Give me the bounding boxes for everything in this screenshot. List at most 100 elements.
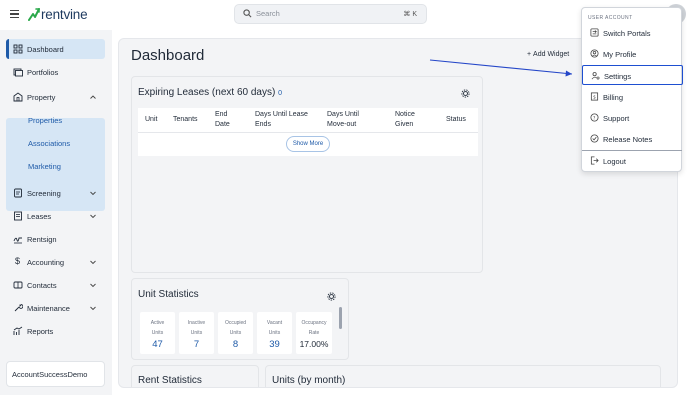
sidebar-item-label: Leases — [27, 212, 52, 221]
stat-label: Units — [229, 330, 242, 336]
show-more-button[interactable]: Show More — [286, 136, 330, 152]
leases-icon — [14, 211, 22, 221]
header-line: Date — [215, 121, 230, 128]
column-header-days-until-lease-ends[interactable]: Days Until Lease Ends — [255, 110, 308, 130]
sidebar-item-screening[interactable]: Screening — [6, 183, 105, 203]
column-header-notice-given[interactable]: Notice Given — [395, 110, 415, 130]
sidebar-item-accounting[interactable]: $ Accounting — [6, 252, 105, 272]
column-header-unit[interactable]: Unit — [145, 115, 157, 125]
widget-title: Rent Statistics — [138, 375, 202, 386]
sidebar-item-property[interactable]: Property — [6, 87, 105, 107]
stat-occupied-units[interactable]: Occupied Units 8 — [218, 312, 253, 354]
unit-statistics-widget: Unit Statistics Active Units 47 Inactive… — [131, 278, 349, 360]
column-header-end-date[interactable]: End Date — [215, 110, 230, 130]
screening-icon — [14, 188, 22, 198]
sidebar-item-label: Dashboard — [27, 45, 64, 54]
gear-icon[interactable] — [327, 292, 336, 301]
menu-item-switch-portals[interactable]: Switch Portals — [582, 23, 682, 43]
stat-label: Units — [151, 330, 164, 336]
stat-value: 39 — [269, 339, 280, 350]
expiring-leases-table: Unit Tenants End Date Days Until Lease End… — [138, 108, 478, 156]
stat-label: Occupied — [224, 320, 247, 326]
menu-item-label: My Profile — [603, 50, 637, 59]
property-icon — [13, 92, 23, 102]
stat-occupancy-rate: Occupancy Rate 17.00% — [296, 312, 332, 354]
rentvine-logo-icon — [28, 8, 40, 21]
menu-item-settings[interactable]: Settings — [582, 65, 683, 85]
search-input[interactable]: Search ⌘ K — [234, 4, 427, 24]
menu-item-label: Settings — [604, 72, 632, 81]
units-by-month-widget: Units (by month) — [265, 365, 661, 387]
stat-label: Active — [150, 320, 165, 326]
chevron-down-icon — [90, 260, 96, 265]
sidebar-item-label: Screening — [27, 189, 61, 198]
column-header-status[interactable]: Status — [446, 115, 466, 125]
wrench-icon — [14, 303, 23, 312]
search-placeholder: Search — [256, 9, 280, 18]
sidebar-item-dashboard[interactable]: Dashboard — [6, 39, 105, 59]
column-header-days-until-move-out[interactable]: Days Until Move-out — [327, 110, 359, 130]
settings-user-icon — [591, 72, 600, 80]
sidebar-subitem-marketing[interactable]: Marketing — [28, 162, 61, 171]
menu-item-label: Logout — [603, 157, 626, 166]
menu-item-logout[interactable]: Logout — [582, 151, 682, 171]
header-line: End — [215, 111, 228, 118]
sidebar-item-portfolios[interactable]: Portfolios — [6, 62, 105, 82]
sidebar-item-label: Rentsign — [27, 235, 57, 244]
signature-icon — [13, 237, 22, 244]
logout-icon — [590, 156, 599, 165]
scrollbar[interactable] — [339, 307, 342, 329]
menu-item-billing[interactable]: $ Billing — [582, 87, 682, 107]
account-switcher[interactable]: AccountSuccessDemo — [6, 361, 105, 387]
sidebar-item-label: Maintenance — [27, 304, 70, 313]
chevron-down-icon — [90, 306, 96, 311]
sidebar-item-rentsign[interactable]: Rentsign — [6, 229, 105, 249]
header-line: Days Until — [327, 111, 359, 118]
sidebar-item-leases[interactable]: Leases — [6, 206, 105, 226]
svg-text:?: ? — [593, 115, 596, 121]
menu-item-my-profile[interactable]: My Profile — [582, 44, 682, 64]
header-line: Move-out — [327, 121, 357, 128]
header-line: Ends — [255, 121, 271, 128]
sidebar-item-contacts[interactable]: Contacts — [6, 275, 105, 295]
stat-inactive-units[interactable]: Inactive Units 7 — [179, 312, 214, 354]
help-icon: ? — [590, 113, 599, 122]
menu-item-release-notes[interactable]: Release Notes — [582, 129, 682, 149]
user-account-dropdown: USER ACCOUNT Switch Portals My Profile S… — [581, 7, 683, 172]
dashboard-icon — [13, 44, 23, 54]
sidebar-item-label: Accounting — [27, 258, 65, 267]
menu-item-label: Billing — [603, 93, 624, 102]
chevron-up-icon — [90, 95, 96, 99]
column-header-tenants[interactable]: Tenants — [173, 115, 198, 125]
billing-icon: $ — [590, 92, 599, 101]
rentvine-logo[interactable]: rentvine — [28, 7, 88, 22]
sidebar-item-reports[interactable]: Reports — [6, 321, 105, 341]
stat-label: Units — [190, 330, 203, 336]
stat-vacant-units[interactable]: Vacant Units 39 — [257, 312, 292, 354]
sidebar-item-label: Reports — [27, 327, 54, 336]
switch-portals-icon — [590, 28, 599, 37]
stat-label: Vacant — [266, 320, 283, 326]
sidebar-subitem-properties[interactable]: Properties — [28, 116, 62, 125]
sidebar-item-maintenance[interactable]: Maintenance — [6, 298, 105, 318]
sidebar-subitem-associations[interactable]: Associations — [28, 139, 70, 148]
sidebar-item-label: Portfolios — [27, 68, 59, 77]
menu-item-support[interactable]: ? Support — [582, 108, 682, 128]
table-divider — [138, 132, 478, 133]
hamburger-menu-icon[interactable] — [10, 10, 19, 18]
sidebar-item-label: Property — [27, 93, 56, 102]
stat-label: Occupancy — [301, 320, 327, 326]
menu-item-label: Switch Portals — [603, 29, 651, 38]
widget-title: Unit Statistics — [138, 289, 199, 300]
stat-value: 47 — [152, 339, 163, 350]
stat-value: 7 — [193, 339, 200, 350]
header-line: Given — [395, 121, 414, 128]
stat-value: 8 — [232, 339, 239, 350]
expiring-leases-count: 0 — [278, 90, 282, 97]
add-widget-button[interactable]: + Add Widget — [527, 51, 569, 58]
stat-label: Inactive — [187, 320, 206, 326]
stat-active-units[interactable]: Active Units 47 — [140, 312, 175, 354]
gear-icon[interactable] — [461, 89, 470, 98]
svg-text:$: $ — [593, 94, 596, 100]
expiring-leases-title: Expiring Leases (next 60 days) — [138, 87, 276, 98]
